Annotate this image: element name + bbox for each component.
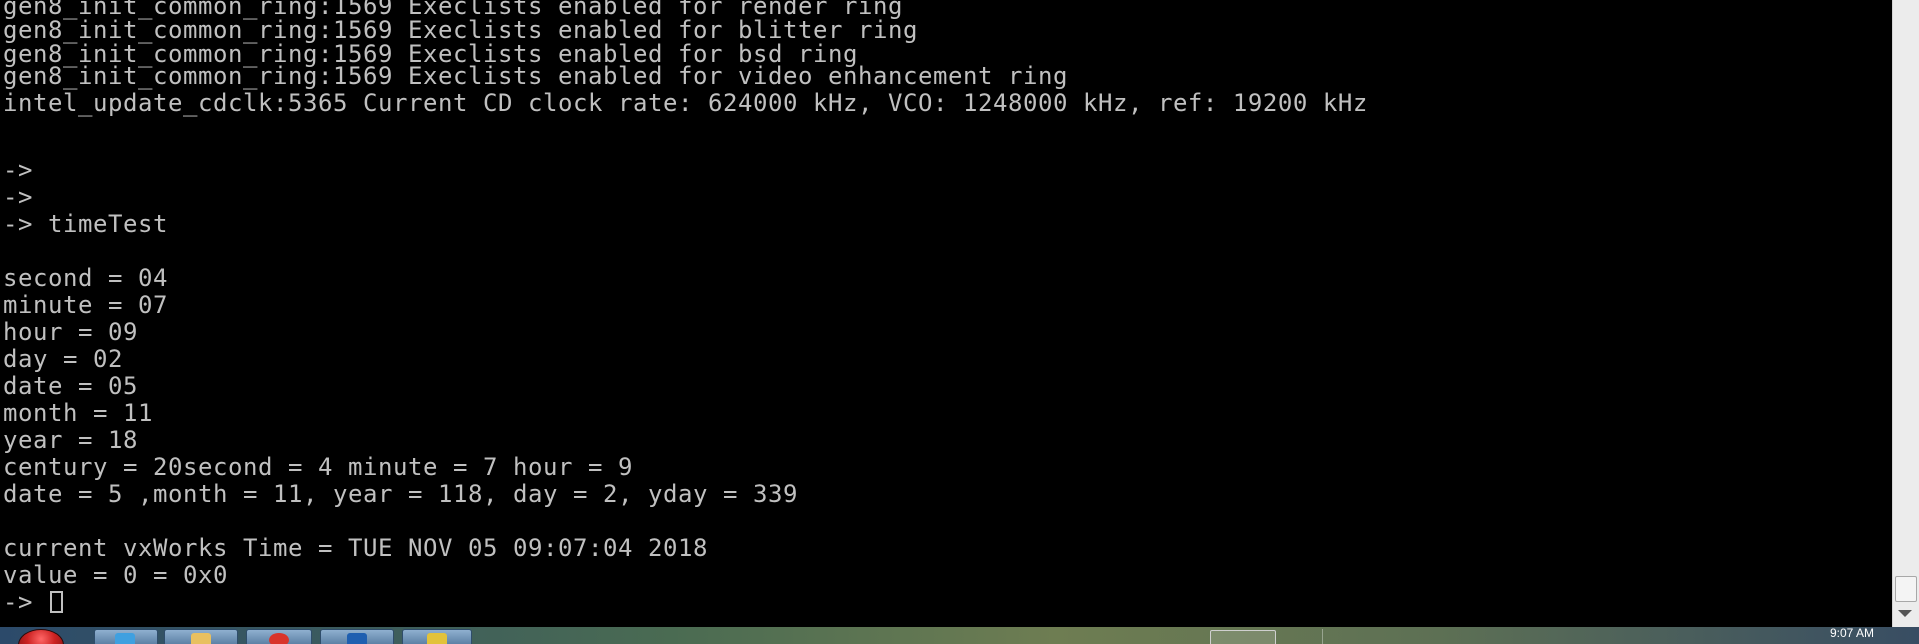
vertical-scrollbar[interactable] [1892,0,1919,627]
terminal-prompt: -> [3,588,48,616]
taskbar-app-button[interactable] [246,629,312,644]
scrollbar-thumb[interactable] [1895,576,1917,602]
terminal-line: day = 02 [3,345,123,373]
tray-separator [1322,629,1323,644]
terminal-line: minute = 07 [3,291,168,319]
terminal-line: month = 11 [3,399,153,427]
taskbar-app-button[interactable] [94,629,158,644]
terminal-input-line[interactable]: -> [3,589,63,616]
taskbar: 9:07 AM [0,627,1919,644]
app-icon [347,633,367,644]
scroll-down-arrow-icon[interactable] [1898,610,1912,617]
internet-explorer-icon [115,633,135,644]
terminal-app-icon [427,633,447,644]
folder-icon [191,633,211,644]
terminal-prompt-line: -> [3,156,33,184]
terminal-line: gen8_init_common_ring:1569 Execlists ena… [3,62,1068,90]
terminal-window[interactable]: gen8_init_common_ring:1569 Execlists ena… [0,0,1892,627]
terminal-line: year = 18 [3,426,138,454]
taskbar-app-button[interactable] [402,629,472,644]
taskbar-app-button[interactable] [164,629,238,644]
terminal-line: current vxWorks Time = TUE NOV 05 09:07:… [3,534,708,562]
terminal-line: century = 20second = 4 minute = 7 hour =… [3,453,633,481]
terminal-line: date = 5 ,month = 11, year = 118, day = … [3,480,798,508]
tray-input-box[interactable] [1210,630,1276,644]
chrome-icon [269,633,289,644]
text-cursor [50,591,63,613]
terminal-line: hour = 09 [3,318,138,346]
terminal-line: date = 05 [3,372,138,400]
taskbar-clock[interactable]: 9:07 AM [1830,627,1874,640]
terminal-line: intel_update_cdclk:5365 Current CD clock… [3,89,1368,117]
terminal-line: value = 0 = 0x0 [3,561,228,589]
terminal-command-line: -> timeTest [3,210,168,238]
taskbar-app-button[interactable] [320,629,394,644]
start-button[interactable] [18,629,64,644]
terminal-prompt-line: -> [3,183,33,211]
terminal-line: second = 04 [3,264,168,292]
